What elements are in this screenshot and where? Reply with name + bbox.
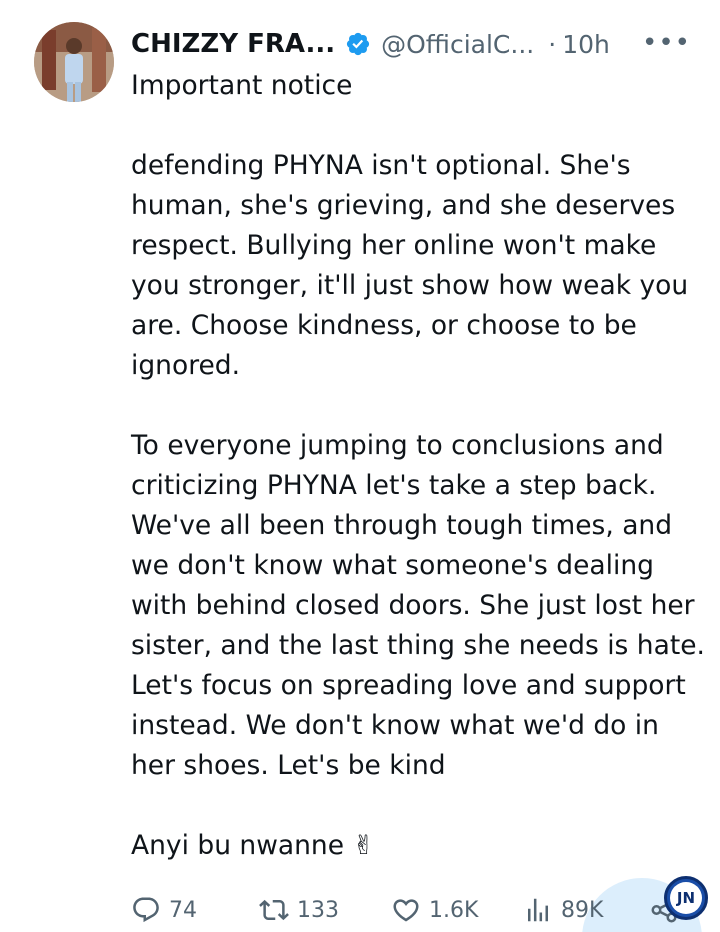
tweet-text: Important notice defending PHYNA isn't o… bbox=[131, 66, 706, 866]
like-button[interactable]: 1.6K bbox=[391, 895, 478, 925]
reply-icon bbox=[133, 897, 159, 923]
verified-badge-icon bbox=[347, 32, 370, 56]
tweet-paragraph bbox=[131, 786, 706, 826]
retweet-count: 133 bbox=[297, 897, 339, 923]
display-name[interactable]: CHIZZY FRA... bbox=[131, 29, 335, 59]
retweet-button[interactable]: 133 bbox=[259, 895, 339, 925]
tweet-actions: 74 133 1.6K 89K bbox=[131, 890, 711, 930]
like-count: 1.6K bbox=[429, 897, 479, 923]
tweet-paragraph bbox=[131, 386, 706, 426]
user-handle[interactable]: @OfficialC... bbox=[381, 30, 534, 59]
reply-button[interactable]: 74 bbox=[131, 895, 197, 925]
avatar-image bbox=[34, 22, 114, 102]
tweet-paragraph: Anyi bu nwanne ✌ bbox=[131, 830, 375, 861]
tweet-paragraph: defending PHYNA isn't optional. She's hu… bbox=[131, 150, 689, 381]
tweet-paragraph: To everyone jumping to conclusions and c… bbox=[131, 430, 705, 781]
avatar[interactable] bbox=[34, 22, 114, 102]
tweet-paragraph: Important notice bbox=[131, 70, 353, 101]
views-chart-icon bbox=[528, 898, 548, 922]
jn-logo-text: JN bbox=[670, 882, 702, 914]
views-count: 89K bbox=[561, 897, 604, 923]
tweet-paragraph bbox=[131, 106, 706, 146]
separator-dot: · bbox=[548, 29, 557, 59]
reply-count: 74 bbox=[169, 897, 197, 923]
tweet-header: CHIZZY FRA... @OfficialC... · 10h ••• bbox=[131, 24, 691, 64]
jn-watermark-logo: JN bbox=[664, 876, 708, 920]
timestamp[interactable]: 10h bbox=[562, 30, 610, 59]
retweet-icon bbox=[259, 899, 289, 921]
views-button[interactable]: 89K bbox=[523, 895, 603, 925]
more-horizontal-icon[interactable]: ••• bbox=[642, 28, 691, 58]
heart-icon bbox=[393, 899, 419, 922]
